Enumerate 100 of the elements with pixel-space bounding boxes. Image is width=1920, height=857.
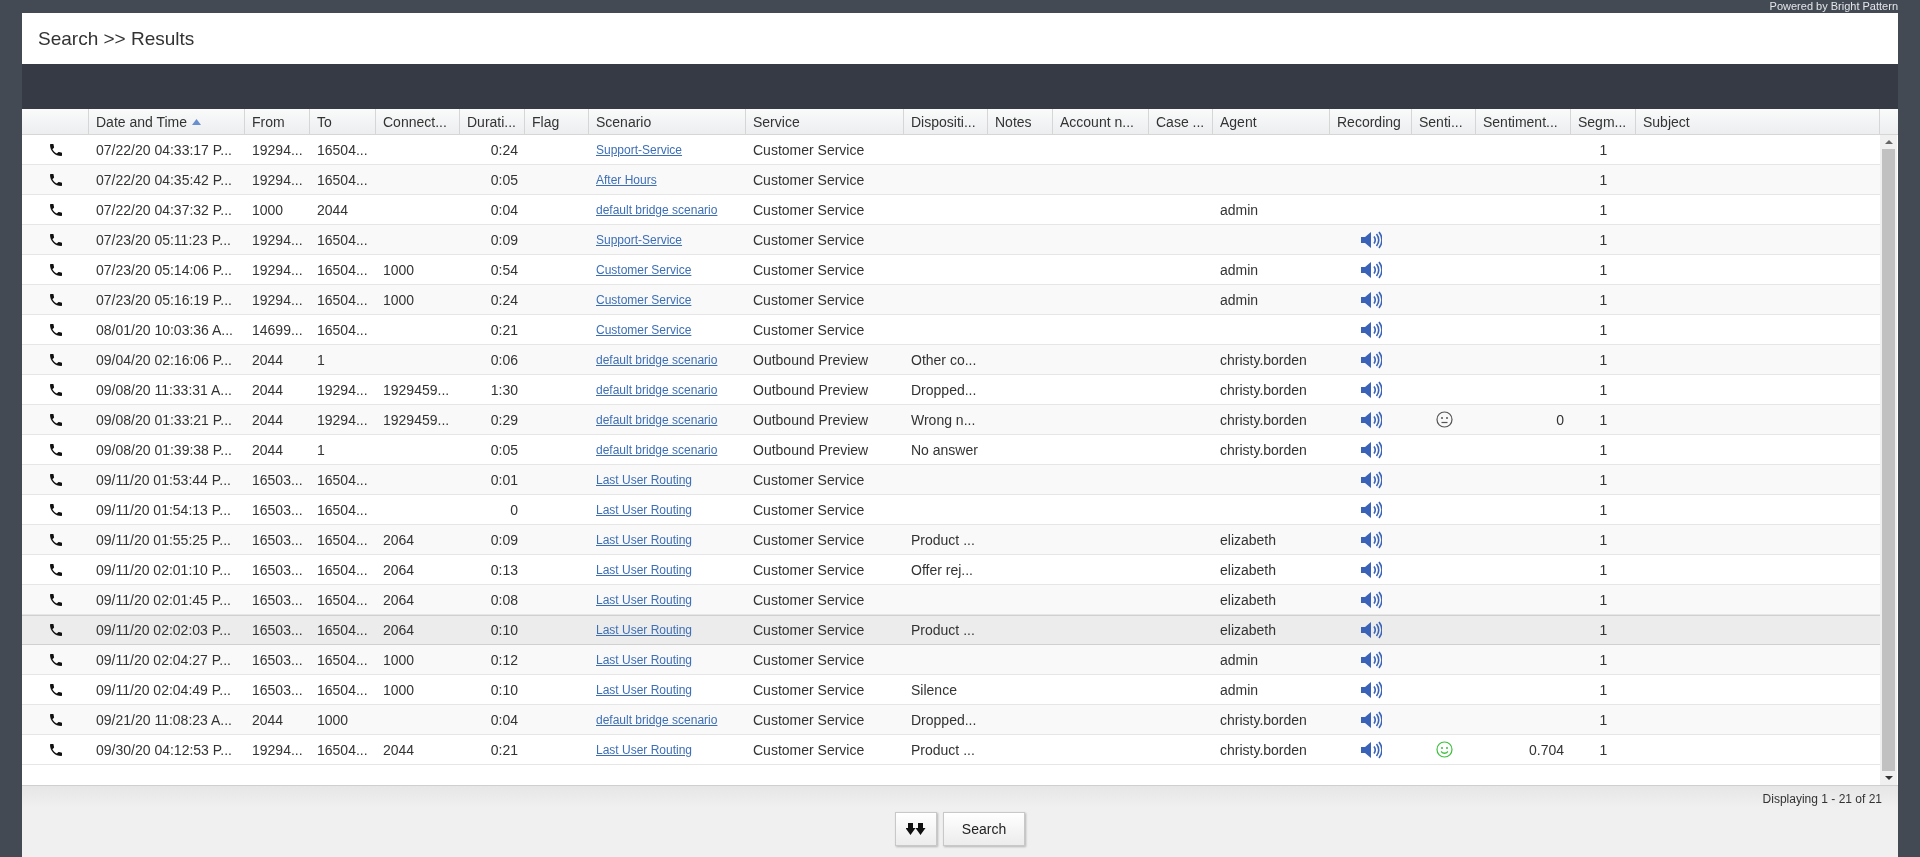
- service-cell: Customer Service: [753, 501, 865, 518]
- scenario-link[interactable]: default bridge scenario: [596, 412, 718, 427]
- date-time-cell: 09/11/20 02:01:10 P...: [96, 561, 231, 578]
- expand-button[interactable]: [895, 812, 937, 846]
- column-header[interactable]: Account n...: [1060, 113, 1134, 130]
- speaker-icon[interactable]: [1360, 470, 1382, 489]
- scenario-link[interactable]: Last User Routing: [596, 532, 693, 547]
- service-cell: Outbound Preview: [753, 381, 869, 398]
- scenario-link[interactable]: Last User Routing: [596, 562, 693, 577]
- speaker-icon[interactable]: [1360, 380, 1382, 399]
- connected-cell: 2064: [383, 622, 415, 638]
- speaker-icon[interactable]: [1360, 650, 1382, 669]
- scenario-link[interactable]: Last User Routing: [596, 502, 693, 517]
- from-cell: 16503...: [252, 681, 303, 698]
- column-header[interactable]: Case ...: [1156, 113, 1205, 130]
- column-header[interactable]: Service: [753, 113, 800, 130]
- service-cell: Customer Service: [753, 651, 865, 668]
- speaker-icon[interactable]: [1360, 410, 1382, 429]
- segments-cell: 1: [1599, 381, 1608, 398]
- column-header[interactable]: To: [317, 113, 332, 130]
- scenario-link[interactable]: default bridge scenario: [596, 712, 718, 727]
- scenario-link[interactable]: Last User Routing: [596, 623, 693, 637]
- scroll-down-icon[interactable]: [1884, 775, 1893, 781]
- scenario-link[interactable]: After Hours: [596, 172, 657, 187]
- speaker-icon[interactable]: [1360, 440, 1382, 459]
- scenario-link[interactable]: Customer Service: [596, 262, 692, 277]
- duration-cell: 0:05: [490, 171, 518, 188]
- scrollbar[interactable]: [1880, 135, 1897, 785]
- table-row[interactable]: 07/22/20 04:35:42 P... 19294... 16504... 0:05 After Hours Customer Service 1: [22, 165, 1880, 195]
- table-row[interactable]: 09/11/20 01:53:44 P... 16503... 16504... 0:01 Last User Routing Customer Service 1: [22, 465, 1880, 495]
- duration-cell: 0:21: [490, 741, 518, 758]
- column-header[interactable]: Sentiment...: [1483, 113, 1558, 130]
- speaker-icon[interactable]: [1360, 621, 1382, 639]
- table-row[interactable]: 09/08/20 01:33:21 P... 2044 19294... 1929459... 0:29 default bridge scenario Outbound Preview Wrong n... christy.borden 0 1: [22, 405, 1880, 435]
- scenario-link[interactable]: Last User Routing: [596, 742, 693, 757]
- sentiment-score-cell: 0: [1556, 411, 1564, 428]
- scroll-up-icon[interactable]: [1884, 139, 1893, 145]
- speaker-icon[interactable]: [1360, 260, 1382, 279]
- speaker-icon[interactable]: [1360, 290, 1382, 309]
- speaker-icon[interactable]: [1360, 680, 1382, 699]
- table-row[interactable]: 09/04/20 02:16:06 P... 2044 1 0:06 default bridge scenario Outbound Preview Other co... christy.borden 1: [22, 345, 1880, 375]
- speaker-icon[interactable]: [1360, 320, 1382, 339]
- scenario-link[interactable]: Customer Service: [596, 322, 692, 337]
- phone-icon: [47, 591, 64, 608]
- table-row[interactable]: 09/11/20 02:02:03 P... 16503... 16504... 2064 0:10 Last User Routing Customer Service Product ... elizabeth 1: [22, 615, 1880, 645]
- column-header[interactable]: Segm...: [1578, 113, 1627, 130]
- scenario-link[interactable]: Last User Routing: [596, 472, 693, 487]
- column-header[interactable]: Durati...: [467, 113, 516, 130]
- scenario-link[interactable]: Support-Service: [596, 232, 683, 247]
- speaker-icon[interactable]: [1360, 710, 1382, 729]
- column-header[interactable]: From: [252, 113, 285, 130]
- table-row[interactable]: 09/11/20 02:04:27 P... 16503... 16504... 1000 0:12 Last User Routing Customer Service admin 1: [22, 645, 1880, 675]
- column-header[interactable]: Date and Time: [96, 113, 188, 130]
- date-time-cell: 09/11/20 02:02:03 P...: [96, 622, 231, 638]
- speaker-icon[interactable]: [1360, 230, 1382, 249]
- table-row[interactable]: 07/23/20 05:11:23 P... 19294... 16504... 0:09 Support-Service Customer Service 1: [22, 225, 1880, 255]
- from-cell: 19294...: [252, 741, 303, 758]
- from-cell: 19294...: [252, 291, 303, 308]
- column-header[interactable]: Senti...: [1419, 113, 1463, 130]
- column-header[interactable]: Scenario: [596, 113, 652, 130]
- speaker-icon[interactable]: [1360, 350, 1382, 369]
- scrollbar-thumb[interactable]: [1882, 149, 1895, 771]
- column-header[interactable]: Subject: [1643, 113, 1690, 130]
- scenario-link[interactable]: Customer Service: [596, 292, 692, 307]
- column-header[interactable]: Notes: [995, 113, 1032, 130]
- duration-cell: 0:54: [490, 261, 518, 278]
- agent-cell: christy.borden: [1220, 381, 1307, 398]
- scenario-link[interactable]: default bridge scenario: [596, 382, 718, 397]
- column-header[interactable]: Recording: [1337, 113, 1401, 130]
- column-header[interactable]: Dispositi...: [911, 113, 976, 130]
- service-cell: Customer Service: [753, 321, 865, 338]
- disposition-cell: Wrong n...: [911, 411, 976, 428]
- column-header[interactable]: Agent: [1220, 113, 1257, 130]
- phone-icon: [47, 681, 64, 698]
- speaker-icon[interactable]: [1360, 530, 1382, 549]
- scenario-link[interactable]: Support-Service: [596, 142, 683, 157]
- table-row[interactable]: 09/21/20 11:08:23 A... 2044 1000 0:04 default bridge scenario Customer Service Dropped... christy.borden 1: [22, 705, 1880, 735]
- scenario-link[interactable]: Last User Routing: [596, 592, 693, 607]
- speaker-icon[interactable]: [1360, 560, 1382, 579]
- table-row[interactable]: 09/11/20 01:55:25 P... 16503... 16504... 2064 0:09 Last User Routing Customer Service Product ... elizabeth 1: [22, 525, 1880, 555]
- phone-icon: [47, 261, 64, 278]
- speaker-icon[interactable]: [1360, 740, 1382, 759]
- scenario-link[interactable]: default bridge scenario: [596, 442, 718, 457]
- scenario-link[interactable]: Last User Routing: [596, 682, 693, 697]
- agent-cell: elizabeth: [1220, 561, 1277, 578]
- column-header[interactable]: Connect...: [383, 113, 447, 130]
- column-header[interactable]: Flag: [532, 113, 560, 130]
- scenario-link[interactable]: default bridge scenario: [596, 202, 718, 217]
- speaker-icon[interactable]: [1360, 500, 1382, 519]
- scenario-link[interactable]: Last User Routing: [596, 652, 693, 667]
- table-row[interactable]: 07/23/20 05:16:19 P... 19294... 16504... 1000 0:24 Customer Service Customer Service admin 1: [22, 285, 1880, 315]
- disposition-cell: Other co...: [911, 351, 977, 368]
- date-time-cell: 09/08/20 01:39:38 P...: [96, 441, 232, 458]
- to-cell: 16504...: [317, 591, 368, 608]
- search-button[interactable]: Search: [943, 812, 1025, 846]
- from-cell: 16503...: [252, 501, 303, 518]
- segments-cell: 1: [1599, 351, 1608, 368]
- table-row[interactable]: 09/11/20 02:01:45 P... 16503... 16504... 2064 0:08 Last User Routing Customer Service elizabeth 1: [22, 585, 1880, 615]
- speaker-icon[interactable]: [1360, 590, 1382, 609]
- scenario-link[interactable]: default bridge scenario: [596, 352, 718, 367]
